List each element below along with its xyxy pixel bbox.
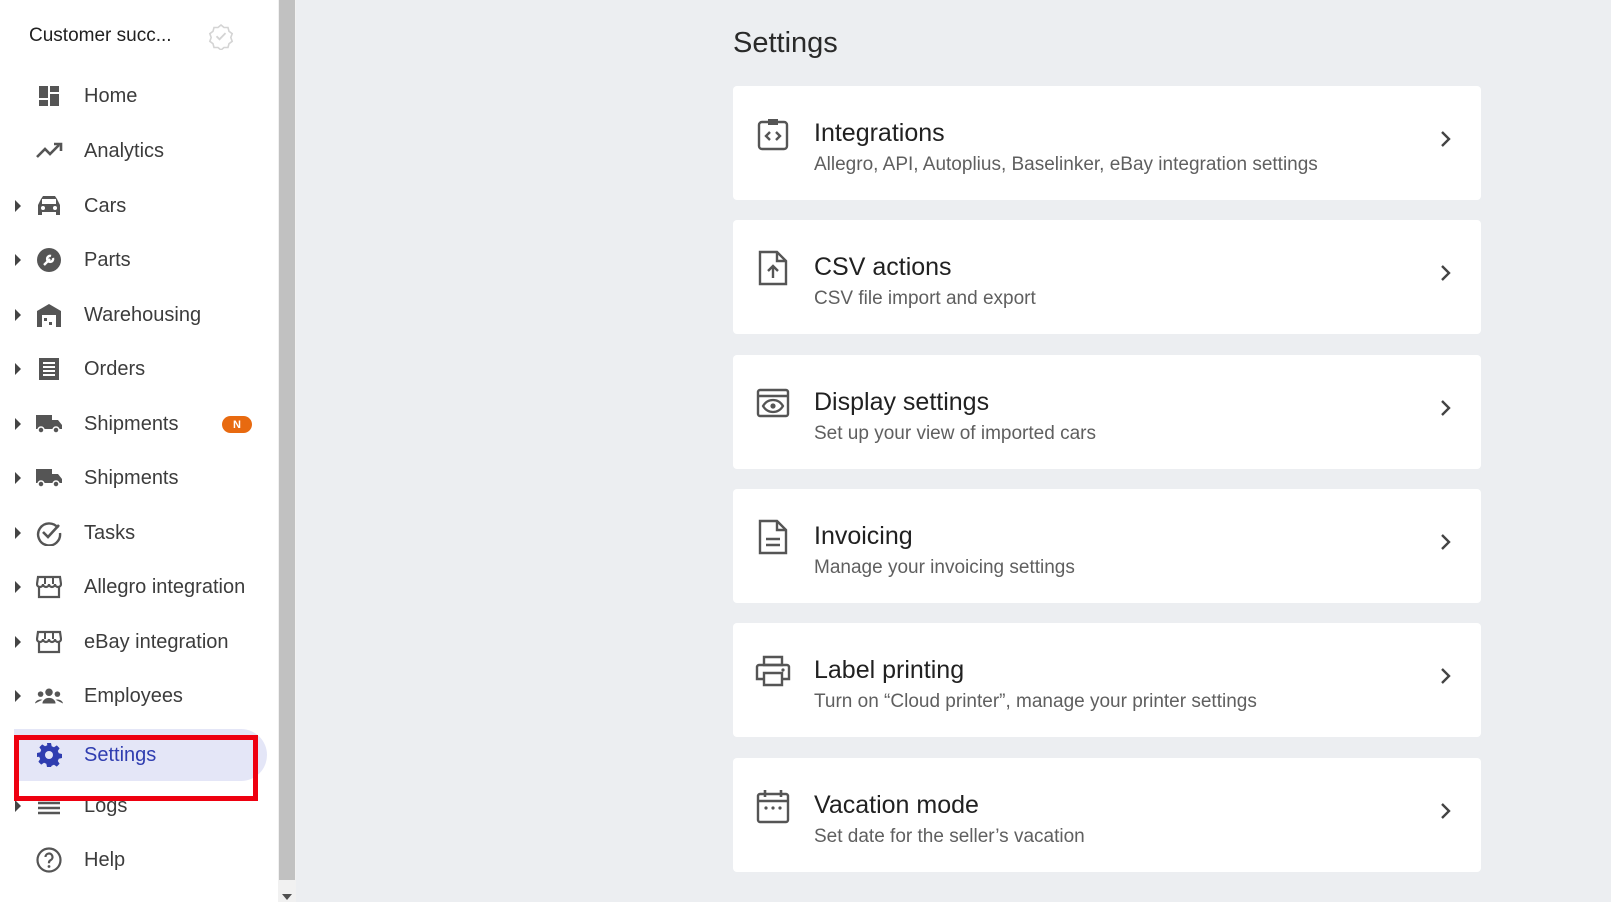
expand-caret-icon[interactable] [15,309,21,321]
car-icon [35,193,63,219]
card-title: Vacation mode [814,791,979,819]
dashboard-icon [35,83,63,109]
file-upload-icon [755,250,791,286]
printer-icon [755,653,791,689]
receipt-icon [35,356,63,382]
sidebar-item-label: Logs [84,795,128,817]
sidebar-item-parts[interactable]: Parts [0,238,270,282]
expand-caret-icon[interactable] [15,363,21,375]
sidebar-item-label: Analytics [84,140,165,162]
sidebar-item-label: Orders [84,358,146,380]
warehouse-icon [35,302,63,328]
workspace-name: Customer succ... [29,25,172,46]
card-title: Display settings [814,388,990,416]
sidebar-item-shipments[interactable]: Shipments N [0,402,270,446]
sidebar-item-label: Employees [84,685,183,707]
verified-icon [208,23,234,50]
chevron-right-icon [1441,400,1451,416]
sidebar-item-ebay-integration[interactable]: eBay integration [0,620,270,664]
sidebar-item-label: Tasks [84,522,136,544]
card-title: Invoicing [814,522,913,550]
sidebar-item-shipments-2[interactable]: Shipments [0,456,270,500]
people-icon [35,683,63,709]
code-clipboard-icon [755,116,791,152]
sidebar-item-label: Parts [84,249,131,271]
expand-caret-icon[interactable] [15,527,21,539]
settings-card-display-settings[interactable]: Display settings Set up your view of imp… [733,355,1481,469]
chevron-right-icon [1441,131,1451,147]
sidebar-item-label: Allegro integration [84,576,246,598]
sidebar-item-label: eBay integration [84,631,229,653]
sidebar-item-orders[interactable]: Orders [0,347,270,391]
truck-icon [35,411,63,437]
sidebar-item-label: Home [84,85,138,107]
scroll-down-arrow-icon[interactable] [282,894,292,900]
trending-up-icon [35,138,63,164]
sidebar-item-label: Warehousing [84,304,202,326]
expand-caret-icon[interactable] [15,254,21,266]
storefront-icon [35,629,63,655]
card-description: Set date for the seller’s vacation [814,826,1085,847]
gear-icon [35,742,63,768]
settings-card-integrations[interactable]: Integrations Allegro, API, Autoplius, Ba… [733,86,1481,200]
card-title: Label printing [814,656,965,684]
chevron-right-icon [1441,668,1451,684]
calendar-icon [755,788,791,824]
sidebar-item-settings[interactable]: Settings [0,729,270,781]
expand-caret-icon[interactable] [15,800,21,812]
sidebar-item-analytics[interactable]: Analytics [0,129,270,173]
sidebar: Customer succ... Home Analytics Cars Par… [0,0,278,902]
card-description: Allegro, API, Autoplius, Baselinker, eBa… [814,154,1318,175]
help-circle-icon [35,847,63,873]
expand-caret-icon[interactable] [15,581,21,593]
sidebar-item-label: Shipments [84,413,179,435]
sidebar-item-cars[interactable]: Cars [0,184,270,228]
list-icon [35,793,63,819]
card-description: Manage your invoicing settings [814,557,1075,578]
expand-caret-icon[interactable] [15,690,21,702]
wrench-icon [35,247,63,273]
chevron-right-icon [1441,534,1451,550]
storefront-icon [35,574,63,600]
card-description: CSV file import and export [814,288,1036,309]
sidebar-item-employees[interactable]: Employees [0,674,270,718]
expand-caret-icon[interactable] [15,200,21,212]
document-icon [755,519,791,555]
preview-eye-icon [755,385,791,421]
sidebar-item-label: Cars [84,195,127,217]
sidebar-scrollbar[interactable] [278,0,296,902]
expand-caret-icon[interactable] [15,472,21,484]
check-circle-icon [35,520,63,546]
chevron-right-icon [1441,803,1451,819]
sidebar-item-logs[interactable]: Logs [0,784,270,828]
sidebar-item-help[interactable]: Help [0,838,270,882]
sidebar-item-label: Help [84,849,126,871]
sidebar-item-label: Shipments [84,467,179,489]
sidebar-item-label: Settings [84,744,157,766]
settings-card-invoicing[interactable]: Invoicing Manage your invoicing settings [733,489,1481,603]
card-title: CSV actions [814,253,952,281]
sidebar-item-tasks[interactable]: Tasks [0,511,270,555]
page-title: Settings [733,27,838,59]
truck-icon [35,465,63,491]
settings-card-vacation-mode[interactable]: Vacation mode Set date for the seller’s … [733,758,1481,872]
expand-caret-icon[interactable] [15,418,21,430]
card-title: Integrations [814,119,945,147]
sidebar-item-warehousing[interactable]: Warehousing [0,293,270,337]
scrollbar-thumb[interactable] [279,0,295,880]
chevron-right-icon [1441,265,1451,281]
workspace-header[interactable]: Customer succ... [29,22,269,50]
new-badge: N [222,416,252,433]
expand-caret-icon[interactable] [15,636,21,648]
card-description: Turn on “Cloud printer”, manage your pri… [814,691,1257,712]
card-description: Set up your view of imported cars [814,423,1096,444]
settings-card-label-printing[interactable]: Label printing Turn on “Cloud printer”, … [733,623,1481,737]
settings-card-csv-actions[interactable]: CSV actions CSV file import and export [733,220,1481,334]
sidebar-item-home[interactable]: Home [0,74,270,118]
sidebar-item-allegro-integration[interactable]: Allegro integration [0,565,270,609]
